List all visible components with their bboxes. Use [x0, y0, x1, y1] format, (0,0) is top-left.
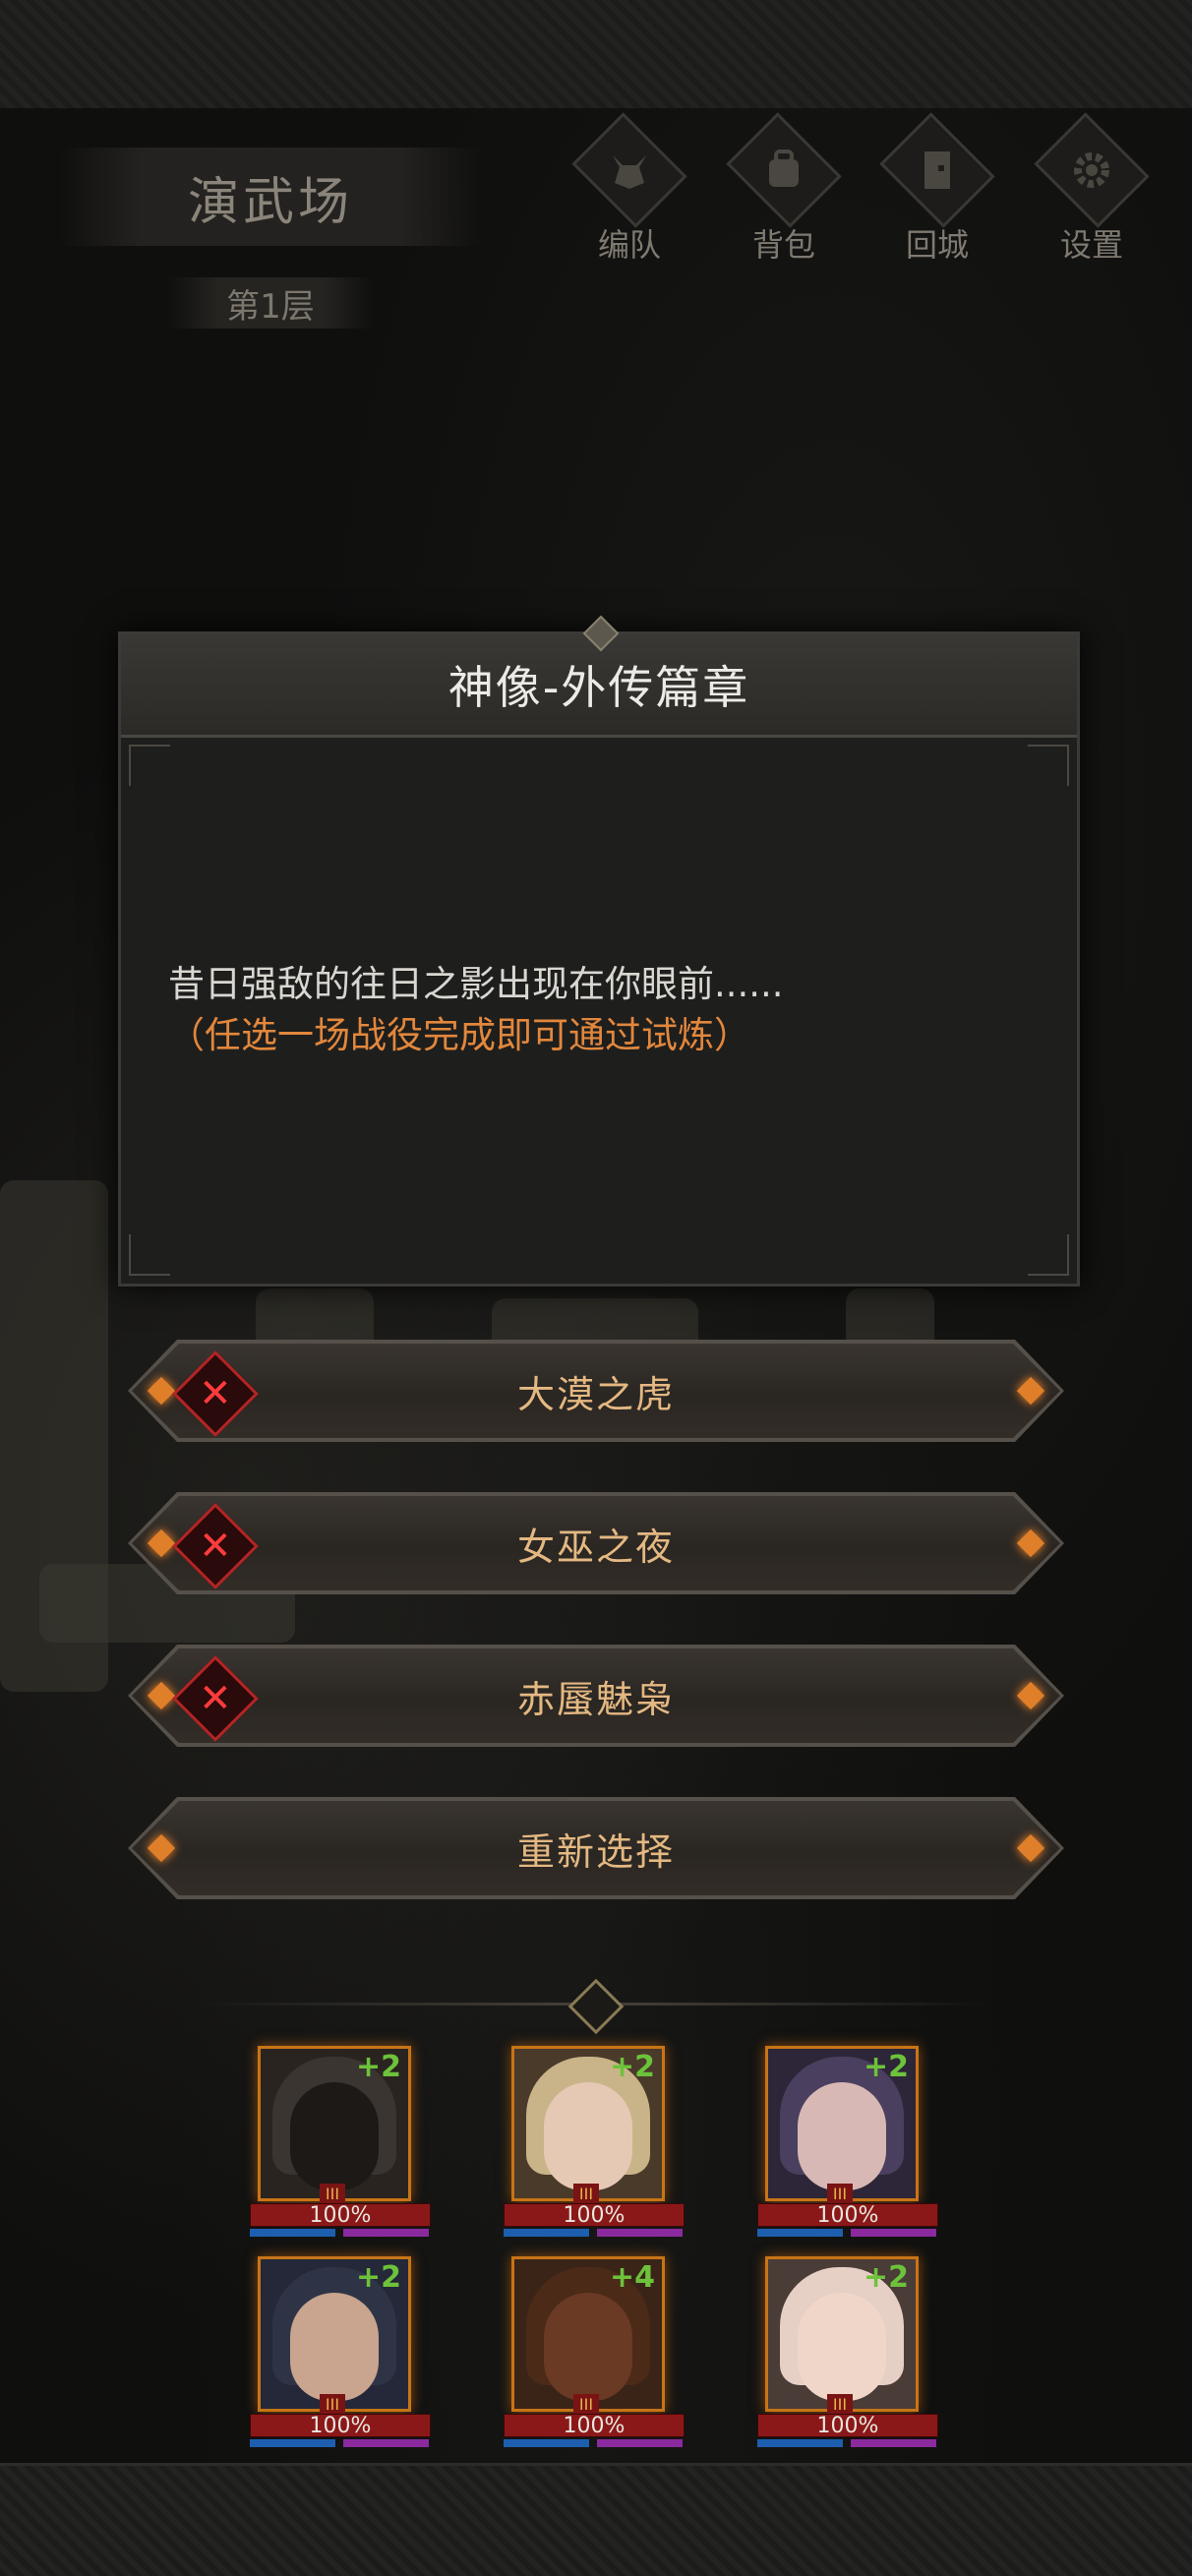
corner-ornament	[1028, 1234, 1069, 1276]
location-title: 演武场	[59, 148, 482, 246]
backpack-icon	[726, 112, 842, 228]
choice-label: 大漠之虎	[516, 1372, 675, 1416]
corner-ornament	[129, 1234, 170, 1276]
dialog-body: 昔日强敌的往日之影出现在你眼前...... （任选一场战役完成即可通过试炼）	[168, 959, 1034, 1061]
hero-bonus: +4	[609, 2260, 655, 2295]
return-town-button[interactable]: 回城	[873, 112, 1001, 266]
settings-label: 设置	[1059, 226, 1123, 264]
corner-ornament	[1028, 745, 1069, 786]
hero-sub-bars	[250, 2229, 429, 2237]
door-icon	[879, 112, 995, 228]
hero-hp-bar: 100%	[504, 2413, 685, 2438]
hero-bonus: +2	[355, 2260, 401, 2295]
hero-card-6[interactable]: +2 III 100%	[757, 2256, 944, 2473]
hero-hp-bar: 100%	[250, 2202, 431, 2228]
choice-witch-night[interactable]: ✕ 女巫之夜	[128, 1492, 1064, 1594]
hero-hp-value: 100%	[816, 2413, 879, 2438]
hero-sub-bars	[504, 2439, 683, 2447]
hero-hp-value: 100%	[563, 2413, 626, 2438]
formation-button[interactable]: 编队	[566, 112, 693, 266]
top-decorative-bar	[0, 0, 1192, 111]
choice-label: 重新选择	[516, 1829, 675, 1874]
helmet-icon	[571, 112, 687, 228]
floor-label: 第1层	[167, 277, 374, 329]
hero-hp-value: 100%	[309, 2413, 372, 2438]
backpack-button[interactable]: 背包	[720, 112, 848, 266]
choice-label: 赤蜃魅枭	[516, 1677, 675, 1721]
return-town-label: 回城	[905, 226, 969, 264]
dialog-hint: （任选一场战役完成即可通过试炼）	[168, 1014, 750, 1056]
backpack-label: 背包	[751, 226, 815, 264]
hero-bonus: +2	[609, 2050, 655, 2084]
bottom-decorative-bar	[0, 2463, 1192, 2576]
choice-red-mirage-owl[interactable]: ✕ 赤蜃魅枭	[128, 1645, 1064, 1747]
hero-hp-value: 100%	[309, 2202, 372, 2228]
hero-card-1[interactable]: +2 III 100%	[250, 2046, 437, 2262]
hero-hp-value: 100%	[816, 2202, 879, 2228]
dialog-text: 昔日强敌的往日之影出现在你眼前......	[168, 963, 784, 1005]
hero-hp-value: 100%	[563, 2202, 626, 2228]
hero-hp-bar: 100%	[757, 2413, 938, 2438]
hero-card-5[interactable]: +4 III 100%	[504, 2256, 690, 2473]
gear-icon	[1034, 112, 1150, 228]
hero-card-2[interactable]: +2 III 100%	[504, 2046, 690, 2262]
hero-bonus: +2	[355, 2050, 401, 2084]
corner-ornament	[129, 745, 170, 786]
hero-bonus: +2	[863, 2050, 909, 2084]
hero-sub-bars	[504, 2229, 683, 2237]
settings-button[interactable]: 设置	[1028, 112, 1156, 266]
hero-card-3[interactable]: +2 III 100%	[757, 2046, 944, 2262]
choice-desert-tiger[interactable]: ✕ 大漠之虎	[128, 1340, 1064, 1442]
hero-sub-bars	[757, 2439, 936, 2447]
event-dialog: 神像-外传篇章 昔日强敌的往日之影出现在你眼前...... （任选一场战役完成即…	[118, 615, 1080, 1287]
reselect-button[interactable]: 重新选择	[128, 1797, 1064, 1899]
hero-card-4[interactable]: +2 III 100%	[250, 2256, 437, 2473]
hero-sub-bars	[757, 2229, 936, 2237]
formation-label: 编队	[597, 226, 661, 264]
hero-hp-bar: 100%	[250, 2413, 431, 2438]
choice-label: 女巫之夜	[516, 1525, 675, 1569]
hero-bonus: +2	[863, 2260, 909, 2295]
hero-sub-bars	[250, 2439, 429, 2447]
hero-hp-bar: 100%	[504, 2202, 685, 2228]
hero-hp-bar: 100%	[757, 2202, 938, 2228]
